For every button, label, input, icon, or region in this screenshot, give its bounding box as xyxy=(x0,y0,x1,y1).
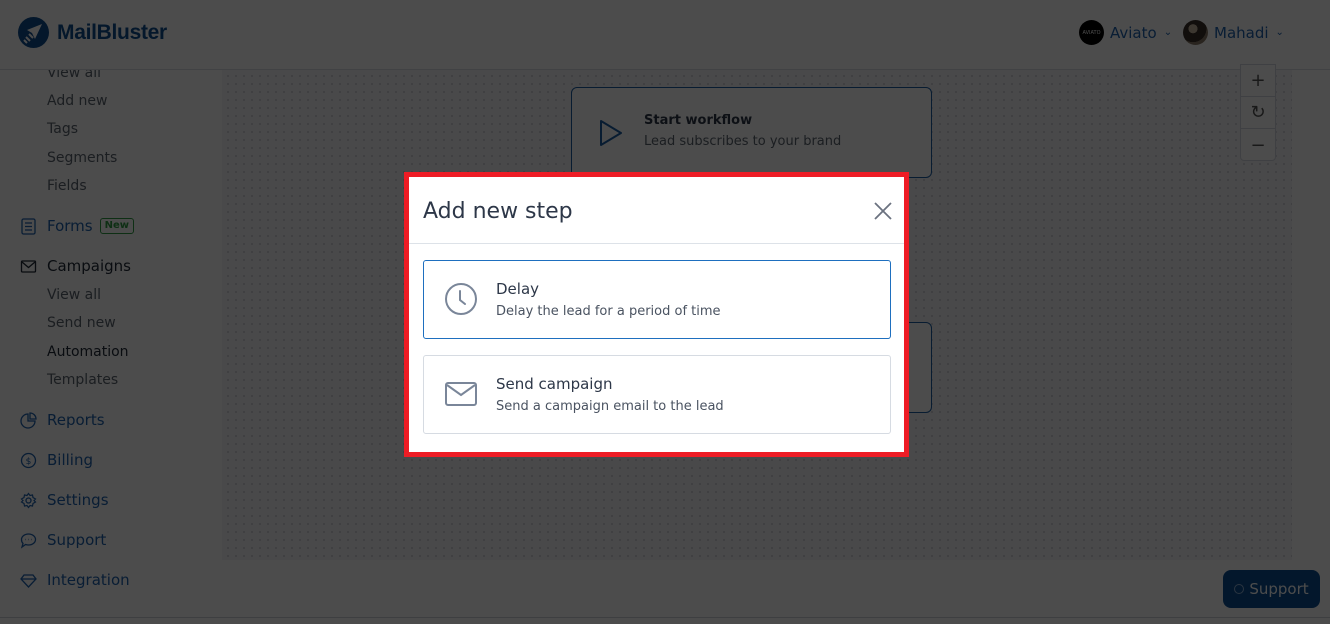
modal-title: Add new step xyxy=(423,199,573,224)
modal-header: Add new step xyxy=(409,177,904,244)
option-title: Delay xyxy=(496,280,540,298)
option-description: Delay the lead for a period of time xyxy=(496,304,721,319)
option-title: Send campaign xyxy=(496,375,613,393)
add-step-modal: Add new step Delay Delay the lead for a … xyxy=(404,172,909,457)
step-option-delay[interactable]: Delay Delay the lead for a period of tim… xyxy=(423,260,891,339)
close-icon[interactable] xyxy=(872,200,894,222)
clock-icon xyxy=(445,283,477,315)
step-option-send-campaign[interactable]: Send campaign Send a campaign email to t… xyxy=(423,355,891,434)
option-description: Send a campaign email to the lead xyxy=(496,399,724,414)
envelope-icon xyxy=(445,382,477,406)
